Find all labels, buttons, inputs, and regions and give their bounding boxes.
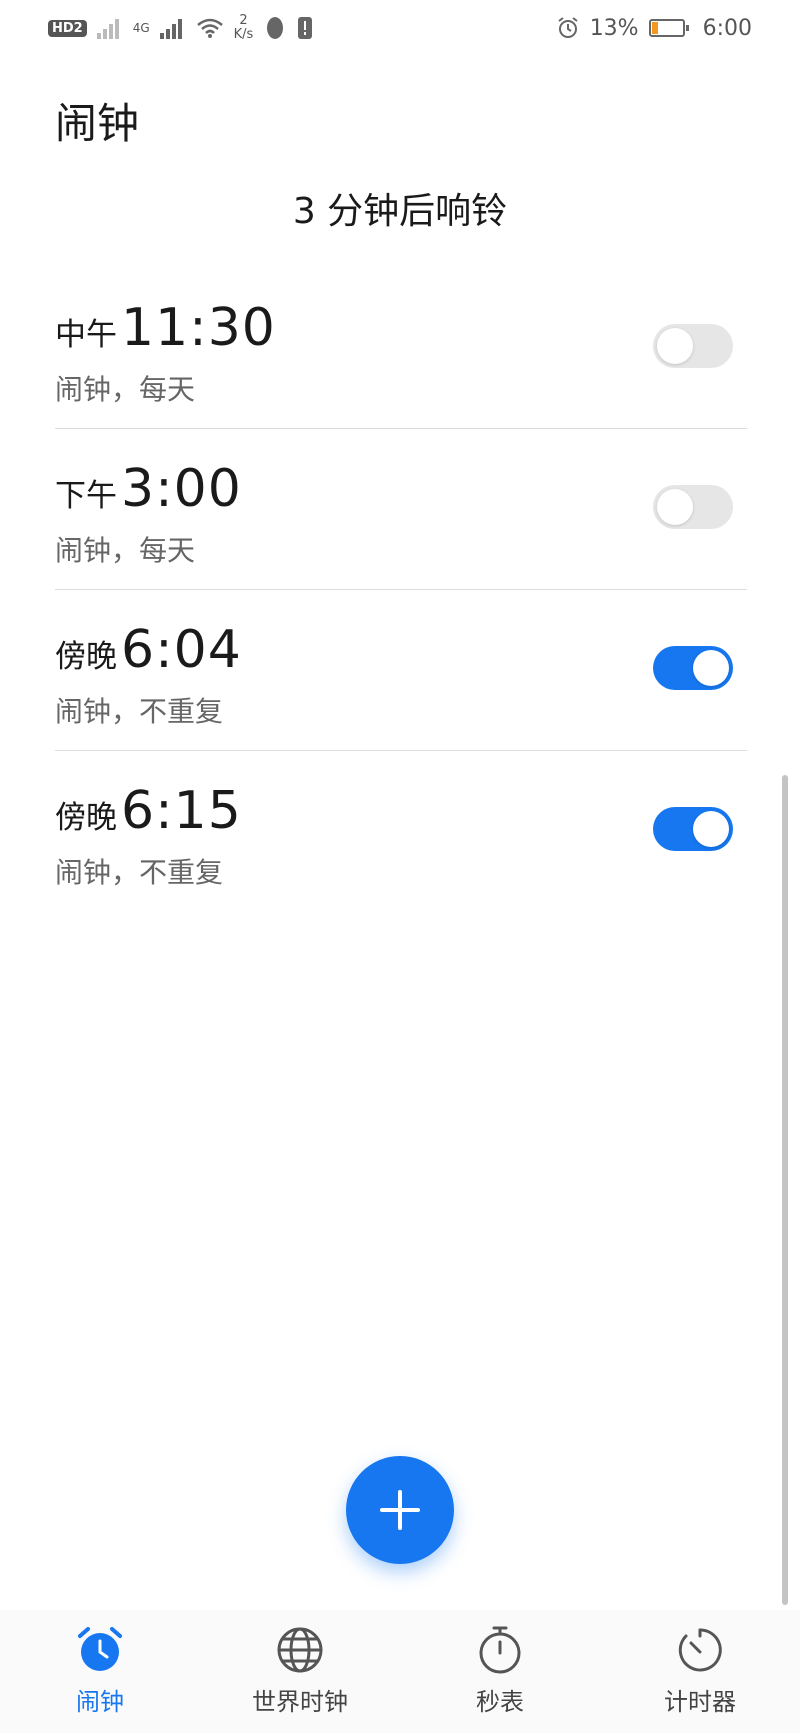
add-alarm-button[interactable] xyxy=(346,1456,454,1564)
stopwatch-icon xyxy=(479,1626,521,1674)
nav-tab-stopwatch[interactable]: 秒表 xyxy=(400,1610,600,1733)
status-bar: HD2 4G 2 K/s 13% 6:00 xyxy=(0,0,800,56)
alarm-toggle[interactable] xyxy=(653,646,733,690)
hd-label: HD xyxy=(52,20,74,36)
alarm-subtitle: 闹钟，每天 xyxy=(55,534,196,567)
globe-icon xyxy=(277,1627,323,1673)
alarm-period: 傍晚 xyxy=(55,800,117,836)
notification-alert-icon xyxy=(298,17,313,39)
alarm-time: 11:30 xyxy=(121,298,276,358)
alarm-toggle[interactable] xyxy=(653,485,733,529)
alarm-time: 3:00 xyxy=(121,459,242,519)
status-time: 6:00 xyxy=(702,15,752,41)
network-speed: 2 K/s xyxy=(234,14,254,42)
timer-icon xyxy=(678,1628,722,1672)
alarm-toggle[interactable] xyxy=(653,807,733,851)
nav-label: 闹钟 xyxy=(76,1688,124,1716)
toggle-knob xyxy=(693,811,729,847)
nav-label: 计时器 xyxy=(664,1688,736,1716)
alarm-toggle[interactable] xyxy=(653,324,733,368)
signal-sim1-icon xyxy=(96,17,123,39)
status-left: HD2 4G 2 K/s xyxy=(48,14,313,42)
hd-badge: HD2 xyxy=(48,19,87,37)
network-type: 4G xyxy=(132,21,150,35)
alarm-time-row: 下午 3:00 xyxy=(55,459,242,519)
nav-tab-alarm[interactable]: 闹钟 xyxy=(0,1610,200,1733)
plus-icon xyxy=(380,1490,420,1530)
nav-label: 秒表 xyxy=(476,1688,524,1716)
alarm-status-icon xyxy=(558,17,578,38)
alarm-time-row: 傍晚 6:04 xyxy=(55,620,242,680)
alarm-subtitle: 闹钟，不重复 xyxy=(55,856,224,889)
alarm-time-row: 中午 11:30 xyxy=(55,298,276,358)
sim-label: 2 xyxy=(73,20,83,36)
battery-percent: 13% xyxy=(589,15,639,41)
alarm-clock-icon xyxy=(78,1627,122,1671)
toggle-knob xyxy=(693,650,729,686)
alarm-period: 下午 xyxy=(55,478,117,514)
battery-icon xyxy=(648,19,689,37)
page-title: 闹钟 xyxy=(55,99,140,148)
nav-tab-timer[interactable]: 计时器 xyxy=(600,1610,800,1733)
nav-tab-world-clock[interactable]: 世界时钟 xyxy=(200,1610,400,1733)
speed-unit: K/s xyxy=(233,27,254,42)
next-alarm-countdown: 3 分钟后响铃 xyxy=(292,191,508,232)
alarm-time-row: 傍晚 6:15 xyxy=(55,781,242,841)
toggle-knob xyxy=(657,489,693,525)
bottom-nav: 闹钟 世界时钟 秒表 计时器 xyxy=(0,1610,800,1733)
status-right: 13% 6:00 xyxy=(556,16,752,41)
scrollbar[interactable] xyxy=(782,775,788,1605)
speed-value: 2 xyxy=(239,13,248,28)
alarm-period: 傍晚 xyxy=(55,639,117,675)
alarm-item[interactable]: 下午 3:00 闹钟，每天 xyxy=(55,429,747,590)
alarm-period: 中午 xyxy=(55,317,117,353)
alarm-item[interactable]: 傍晚 6:15 闹钟，不重复 xyxy=(55,751,747,911)
toggle-knob xyxy=(657,328,693,364)
nav-label: 世界时钟 xyxy=(252,1688,348,1716)
alarm-item[interactable]: 傍晚 6:04 闹钟，不重复 xyxy=(55,590,747,751)
wifi-icon xyxy=(196,18,223,38)
alarm-time: 6:15 xyxy=(121,781,242,841)
alarm-time: 6:04 xyxy=(121,620,242,680)
signal-sim2-icon xyxy=(159,17,186,39)
alarm-list: 中午 11:30 闹钟，每天 下午 3:00 闹钟，每天 傍晚 6:04 闹钟，… xyxy=(55,268,747,911)
alarm-subtitle: 闹钟，每天 xyxy=(55,373,196,406)
alarm-subtitle: 闹钟，不重复 xyxy=(55,695,224,728)
qq-penguin-icon xyxy=(267,17,284,39)
alarm-item[interactable]: 中午 11:30 闹钟，每天 xyxy=(55,268,747,429)
